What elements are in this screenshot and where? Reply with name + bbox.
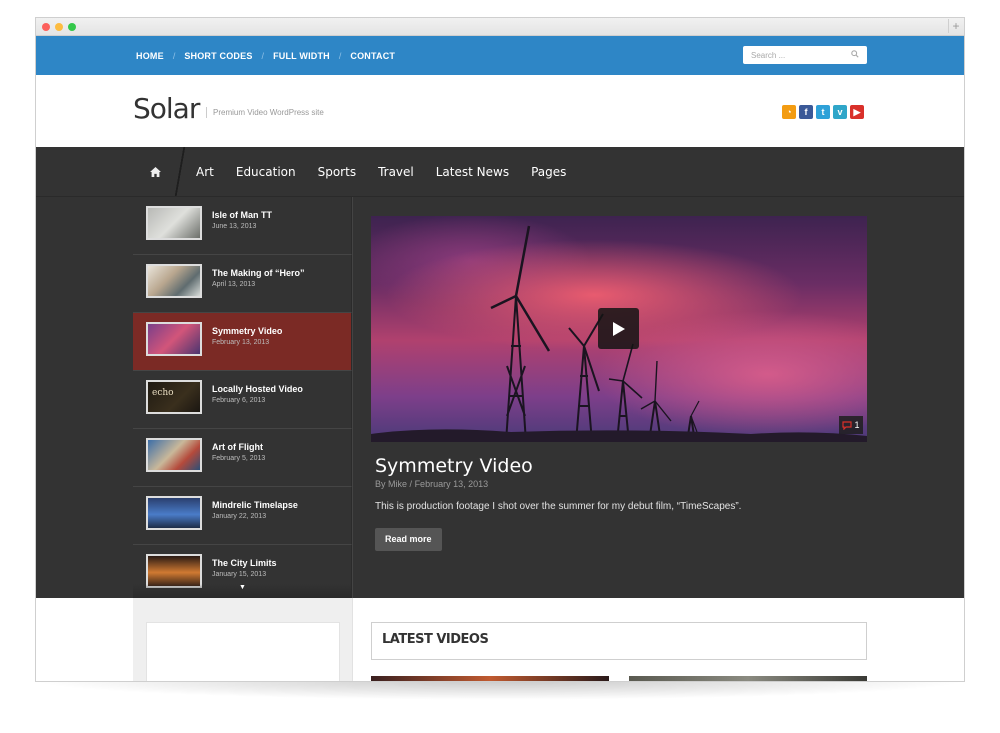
video-list-item[interactable]: echo Locally Hosted Video February 6, 2013 xyxy=(133,371,352,429)
video-thumbnail[interactable] xyxy=(146,496,202,530)
search-icon[interactable] xyxy=(851,50,859,60)
latest-video-thumbnail[interactable] xyxy=(371,676,609,681)
play-button[interactable] xyxy=(598,308,639,349)
topnav-short-codes[interactable]: SHORT CODES xyxy=(184,51,252,61)
video-list-item[interactable]: Mindrelic Timelapse January 22, 2013 xyxy=(133,487,352,545)
video-title[interactable]: Isle of Man TT xyxy=(212,210,272,220)
featured-excerpt: This is production footage I shot over t… xyxy=(375,501,742,512)
topnav-separator: / xyxy=(338,50,342,61)
topnav-contact[interactable]: CONTACT xyxy=(350,51,395,61)
nav-item-education[interactable]: Education xyxy=(236,165,296,179)
nav-item-pages[interactable]: Pages xyxy=(531,165,566,179)
browser-titlebar: + xyxy=(36,18,964,36)
video-title[interactable]: Mindrelic Timelapse xyxy=(212,500,298,510)
video-date: April 13, 2013 xyxy=(212,281,256,288)
latest-section: LATEST VIDEOS xyxy=(36,598,964,681)
rss-icon[interactable]: ◔ xyxy=(782,105,796,119)
home-icon[interactable] xyxy=(133,147,177,196)
video-date: January 22, 2013 xyxy=(212,513,267,520)
video-title[interactable]: Art of Flight xyxy=(212,442,263,452)
topnav-separator: / xyxy=(261,50,265,61)
top-nav: HOME / SHORT CODES / FULL WIDTH / CONTAC… xyxy=(136,36,395,75)
comment-count: 1 xyxy=(854,420,860,430)
facebook-icon[interactable]: f xyxy=(799,105,813,119)
comment-count-badge[interactable]: 1 xyxy=(839,416,863,434)
nav-item-art[interactable]: Art xyxy=(196,165,214,179)
video-date: February 5, 2013 xyxy=(212,455,266,462)
top-bar: HOME / SHORT CODES / FULL WIDTH / CONTAC… xyxy=(36,36,964,75)
video-date: June 13, 2013 xyxy=(212,223,257,230)
nav-divider xyxy=(174,147,186,196)
latest-videos-title: LATEST VIDEOS xyxy=(382,632,489,647)
featured-date: February 13, 2013 xyxy=(414,479,489,489)
vimeo-icon[interactable]: v xyxy=(833,105,847,119)
video-thumbnail[interactable] xyxy=(146,554,202,588)
video-thumbnail[interactable]: echo xyxy=(146,380,202,414)
minimize-window-button[interactable] xyxy=(55,23,63,31)
lower-sidebar xyxy=(133,598,353,681)
video-list-item[interactable]: Art of Flight February 5, 2013 xyxy=(133,429,352,487)
maximize-window-button[interactable] xyxy=(68,23,76,31)
search-input[interactable]: Search ... xyxy=(743,46,867,64)
site-tagline: Premium Video WordPress site xyxy=(206,107,324,118)
topnav-separator: / xyxy=(172,50,176,61)
meta-separator: / xyxy=(409,479,413,489)
sidebar-widget xyxy=(146,622,340,681)
comment-icon xyxy=(842,420,853,430)
main-nav: Art Education Sports Travel Latest News … xyxy=(36,147,964,197)
featured-author[interactable]: By Mike xyxy=(375,479,407,489)
social-links: ◔ f t v ▶ xyxy=(782,105,864,119)
nav-item-travel[interactable]: Travel xyxy=(378,165,414,179)
category-nav: Art Education Sports Travel Latest News … xyxy=(196,147,566,196)
topnav-full-width[interactable]: FULL WIDTH xyxy=(273,51,330,61)
video-title[interactable]: The City Limits xyxy=(212,558,277,568)
video-list-item[interactable]: The Making of “Hero” April 13, 2013 xyxy=(133,255,352,313)
video-title[interactable]: Symmetry Video xyxy=(212,326,282,336)
youtube-icon[interactable]: ▶ xyxy=(850,105,864,119)
read-more-button[interactable]: Read more xyxy=(375,528,442,551)
thumbnail-text: echo xyxy=(152,388,174,398)
latest-video-thumbnail[interactable] xyxy=(629,676,867,681)
video-list-item[interactable]: Symmetry Video February 13, 2013 xyxy=(133,313,352,371)
featured-title[interactable]: Symmetry Video xyxy=(375,455,533,477)
twitter-icon[interactable]: t xyxy=(816,105,830,119)
topnav-home[interactable]: HOME xyxy=(136,51,164,61)
search-placeholder: Search ... xyxy=(751,50,786,60)
video-list: Isle of Man TT June 13, 2013 The Making of… xyxy=(133,197,353,598)
site-logo[interactable]: Solar xyxy=(133,92,200,125)
latest-videos-header: LATEST VIDEOS xyxy=(371,622,867,660)
site-header: Solar Premium Video WordPress site ◔ f t v ▶ xyxy=(36,75,964,147)
video-date: February 6, 2013 xyxy=(212,397,266,404)
nav-item-latest-news[interactable]: Latest News xyxy=(436,165,509,179)
featured-section: Isle of Man TT June 13, 2013 The Making of… xyxy=(36,197,964,598)
featured-video[interactable]: 1 xyxy=(371,216,867,442)
video-thumbnail[interactable] xyxy=(146,438,202,472)
new-tab-icon[interactable]: + xyxy=(948,19,963,33)
browser-window: + HOME / SHORT CODES / FULL WIDTH / CONT… xyxy=(36,18,964,681)
nav-item-sports[interactable]: Sports xyxy=(318,165,356,179)
video-title[interactable]: Locally Hosted Video xyxy=(212,384,303,394)
video-date: February 13, 2013 xyxy=(212,339,270,346)
video-date: January 15, 2013 xyxy=(212,571,267,578)
video-thumbnail[interactable] xyxy=(146,322,202,356)
video-title[interactable]: The Making of “Hero” xyxy=(212,268,305,278)
scroll-down-icon[interactable]: ▼ xyxy=(133,584,352,598)
play-icon xyxy=(612,321,625,336)
video-thumbnail[interactable] xyxy=(146,206,202,240)
featured-meta: By Mike / February 13, 2013 xyxy=(375,479,488,489)
video-list-item[interactable]: Isle of Man TT June 13, 2013 xyxy=(133,197,352,255)
video-thumbnail[interactable] xyxy=(146,264,202,298)
close-window-button[interactable] xyxy=(42,23,50,31)
